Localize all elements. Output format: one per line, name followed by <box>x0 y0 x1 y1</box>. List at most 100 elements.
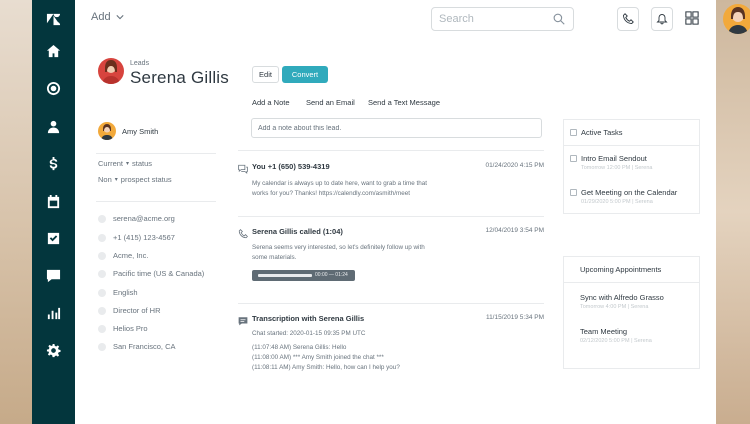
settings-gear-icon[interactable] <box>43 340 63 360</box>
convert-button[interactable]: Convert <box>282 66 328 83</box>
prospect-status-dropdown[interactable]: Non ▾ prospect status <box>98 175 172 184</box>
feed-line: My calendar is always up to date here, w… <box>252 180 428 187</box>
building-icon <box>98 251 106 260</box>
prospect-label: Non <box>98 175 112 184</box>
divider <box>564 282 699 283</box>
contacts-icon[interactable] <box>43 116 63 136</box>
search-icon[interactable] <box>553 13 565 25</box>
appointment-meta: 02/12/2020 5:00 PM | Serena <box>580 338 652 344</box>
panel-title: Active Tasks <box>581 128 623 137</box>
divider <box>238 303 544 304</box>
feed-line: (11:07:48 AM) Serena Gillis: Hello <box>252 344 347 351</box>
task-checkbox[interactable] <box>570 189 577 196</box>
message-icon <box>238 313 248 326</box>
phone-icon <box>238 226 248 239</box>
reports-icon[interactable] <box>43 303 63 323</box>
search-input[interactable] <box>439 13 549 25</box>
feed-item: Serena Gillis called (1:04) 12/04/2019 3… <box>238 226 544 288</box>
messages-icon[interactable] <box>43 265 63 285</box>
status-value: status <box>132 159 153 168</box>
task-meta: 01/29/2020 5:00 PM | Serena <box>581 199 653 205</box>
tab-send-email[interactable]: Send an Email <box>306 98 355 107</box>
contact-value: +1 (415) 123-4567 <box>113 233 175 242</box>
clock-icon <box>98 269 106 278</box>
contact-email[interactable]: serena@acme.org <box>98 214 175 223</box>
appointment-label[interactable]: Sync with Alfredo Grasso <box>580 293 664 302</box>
feed-date: 12/04/2019 3:54 PM <box>485 227 544 234</box>
contact-value: English <box>113 288 138 297</box>
call-recording-player[interactable]: 00:00 — 01:24 <box>252 270 355 281</box>
add-menu-button[interactable]: Add <box>91 11 124 23</box>
edit-button[interactable]: Edit <box>252 66 279 83</box>
active-tasks-panel: Active Tasks Intro Email Sendout Tomorro… <box>563 119 700 214</box>
feed-line: works for you? Thanks! https://calendly.… <box>252 190 410 197</box>
divider <box>96 201 216 202</box>
notifications-button[interactable] <box>651 7 673 31</box>
phone-icon <box>98 233 106 242</box>
feed-title: Transcription with Serena Gillis <box>252 314 365 323</box>
divider <box>96 153 216 154</box>
caret-down-icon: ▾ <box>126 161 130 167</box>
lead-type-label: Leads <box>130 60 150 67</box>
globe-icon <box>98 288 106 297</box>
contact-company: Acme, Inc. <box>98 251 148 260</box>
home-icon[interactable] <box>43 41 63 61</box>
feed-body: My calendar is always up to date here, w… <box>252 179 482 199</box>
chevron-down-icon <box>115 15 124 20</box>
contact-phone[interactable]: +1 (415) 123-4567 <box>98 233 175 242</box>
app-window: Add Leads Serena Gillis Amy Smith Curren… <box>32 0 750 424</box>
tab-send-text[interactable]: Send a Text Message <box>368 98 440 107</box>
contact-title: Director of HR <box>98 306 161 315</box>
contact-value: Pacific time (US & Canada) <box>113 269 205 278</box>
contact-location: San Francisco, CA <box>98 342 176 351</box>
lead-name: Serena Gillis <box>130 68 229 87</box>
contact-product: Helios Pro <box>98 324 148 333</box>
feed-line: some materials. <box>252 254 297 261</box>
tab-add-note[interactable]: Add a Note <box>252 98 290 107</box>
task-label[interactable]: Intro Email Sendout <box>581 154 647 163</box>
panel-title: Upcoming Appointments <box>580 265 662 274</box>
zendesk-logo-icon[interactable] <box>43 9 63 29</box>
audio-time: 00:00 — 01:24 <box>315 272 348 278</box>
feed-body: Chat started: 2020-01-15 09:35 PM UTC (1… <box>252 329 462 373</box>
search-box <box>431 7 574 31</box>
divider <box>564 145 699 146</box>
feed-date: 11/15/2019 5:34 PM <box>485 314 544 321</box>
appointments-panel: Upcoming Appointments Sync with Alfredo … <box>563 256 700 369</box>
feed-line: Chat started: 2020-01-15 09:35 PM UTC <box>252 330 366 337</box>
contact-language: English <box>98 288 138 297</box>
owner-avatar <box>98 122 116 140</box>
divider <box>238 150 544 151</box>
status-dropdown[interactable]: Current ▾ status <box>98 159 152 168</box>
audio-progress-track[interactable] <box>258 274 312 277</box>
sidebar <box>32 0 75 424</box>
background-right <box>716 0 750 424</box>
task-checkbox[interactable] <box>570 155 577 162</box>
task-label[interactable]: Get Meeting on the Calendar <box>581 188 677 197</box>
lead-avatar <box>98 58 124 84</box>
background-left <box>0 0 32 424</box>
feed-body: Serena seems very interested, so let's d… <box>252 243 482 263</box>
note-input[interactable] <box>251 118 542 138</box>
phone-button[interactable] <box>617 7 639 31</box>
user-avatar[interactable] <box>723 4 750 34</box>
chat-icon <box>238 161 248 174</box>
calendar-icon[interactable] <box>43 191 63 211</box>
apps-grid-button[interactable] <box>685 11 699 25</box>
feed-line: Serena seems very interested, so let's d… <box>252 244 425 251</box>
contact-value: Helios Pro <box>113 324 148 333</box>
grid-icon <box>685 11 699 25</box>
deals-dollar-icon[interactable] <box>43 153 63 173</box>
tasks-checkbox-icon <box>570 129 577 136</box>
leads-target-icon[interactable] <box>43 78 63 98</box>
appointment-label[interactable]: Team Meeting <box>580 327 627 336</box>
location-pin-icon <box>98 342 106 351</box>
briefcase-icon <box>98 306 106 315</box>
bell-icon <box>656 14 668 25</box>
tag-icon <box>98 324 106 333</box>
contact-timezone: Pacific time (US & Canada) <box>98 269 204 278</box>
owner-name[interactable]: Amy Smith <box>122 127 158 136</box>
tasks-check-icon[interactable] <box>43 228 63 248</box>
feed-date: 01/24/2020 4:15 PM <box>485 162 544 169</box>
contact-value: serena@acme.org <box>113 214 175 223</box>
